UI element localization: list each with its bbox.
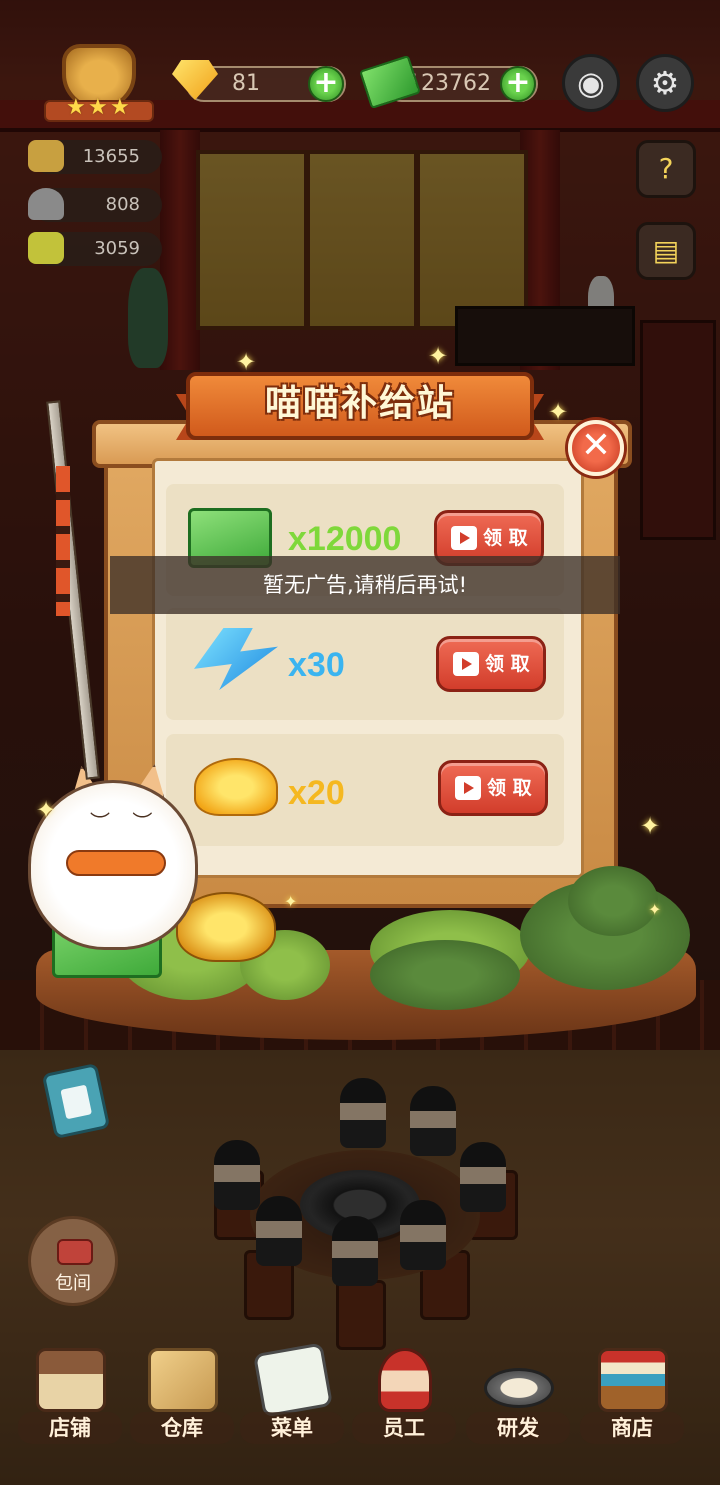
claim-energy-button[interactable]: 领 取	[436, 636, 546, 692]
private-room-label: 包间	[55, 1273, 91, 1294]
recipe-book-icon: ▤	[652, 234, 680, 267]
staff-chef-icon	[378, 1348, 432, 1412]
video-ad-icon	[451, 526, 477, 550]
menu-clipboard-icon	[252, 1342, 334, 1418]
nav-menu[interactable]: 菜单	[240, 1342, 344, 1448]
restaurant-rank-badge[interactable]: ★ ★ ★	[44, 44, 154, 124]
sparkle-icon: ✦	[236, 348, 257, 376]
camera-button[interactable]: ◉	[562, 54, 620, 112]
nav-label: 员工	[352, 1412, 456, 1444]
sparkle-icon: ✦	[548, 398, 569, 426]
video-ad-icon	[455, 776, 481, 800]
cat-collar	[66, 850, 166, 876]
reward-quantity: x20	[288, 774, 345, 812]
gold-nuggets-icon	[194, 758, 278, 816]
nav-label: 商店	[580, 1412, 684, 1444]
gear-icon: ⚙	[650, 64, 680, 102]
reward-quantity: x12000	[288, 520, 402, 558]
sparkle-icon: ✦	[284, 892, 298, 911]
private-room-button[interactable]: 包间	[28, 1216, 118, 1306]
claim-label: 领 取	[487, 777, 532, 799]
add-cash-button[interactable]: +	[500, 66, 536, 102]
nav-warehouse[interactable]: 仓库	[130, 1348, 234, 1448]
sparkle-icon: ✦	[648, 900, 662, 919]
nav-label: 菜单	[240, 1412, 344, 1444]
nav-research[interactable]: 研发	[466, 1348, 570, 1448]
lantern-string	[56, 466, 70, 616]
bush	[568, 866, 658, 936]
sparkle-icon: ✦	[428, 342, 449, 370]
sofa-icon	[57, 1239, 93, 1265]
claim-label: 领 取	[483, 527, 528, 549]
hotpot-stat-icon	[28, 140, 64, 172]
rank-star-icon: ★	[110, 95, 130, 120]
help-book-icon: ?	[658, 152, 674, 185]
camera-icon: ◉	[577, 64, 605, 102]
recipe-book-button[interactable]: ▤	[636, 222, 696, 280]
bush	[370, 940, 520, 1010]
claim-gold-button[interactable]: 领 取	[438, 760, 548, 816]
warehouse-boxes-icon	[148, 1348, 218, 1412]
add-gems-button[interactable]: +	[308, 66, 344, 102]
popup-title: 喵喵补给站	[264, 383, 455, 424]
research-wok-icon	[484, 1368, 554, 1408]
claim-label: 领 取	[485, 653, 530, 675]
nav-label: 研发	[466, 1412, 570, 1444]
settings-button[interactable]: ⚙	[636, 54, 694, 112]
nav-store[interactable]: 商店	[580, 1348, 684, 1448]
help-book-button[interactable]: ?	[636, 140, 696, 198]
close-icon: ✕	[580, 425, 612, 466]
nav-shop-building[interactable]: 店铺	[18, 1348, 122, 1448]
nav-label: 仓库	[130, 1412, 234, 1444]
close-popup-button[interactable]: ✕	[568, 420, 624, 476]
nav-staff[interactable]: 员工	[352, 1348, 456, 1448]
rank-star-icon: ★	[88, 95, 108, 120]
sparkle-icon: ✦	[640, 812, 661, 840]
video-ad-icon	[453, 652, 479, 676]
nav-label: 店铺	[18, 1412, 122, 1444]
sparkle-icon: ✦	[36, 796, 57, 824]
clipboard-icon	[60, 1084, 93, 1120]
cloche-stat-icon	[28, 188, 64, 220]
rank-star-icon: ★	[66, 95, 86, 120]
no-ads-toast: 暂无广告,请稍后再试!	[110, 556, 620, 614]
cat-face: ︶ ︶	[90, 810, 161, 834]
ticket-stat-icon	[28, 232, 64, 264]
store-stall-icon	[598, 1348, 668, 1412]
shop-building-icon	[36, 1348, 106, 1412]
reward-quantity: x30	[288, 646, 345, 684]
